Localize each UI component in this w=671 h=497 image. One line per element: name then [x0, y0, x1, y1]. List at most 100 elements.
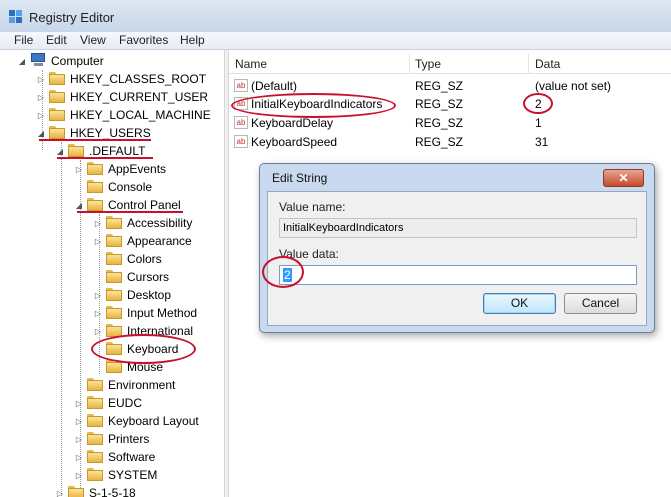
folder-icon: [87, 180, 103, 194]
annotation-underline: [57, 157, 153, 159]
string-value-icon: ab: [234, 116, 248, 129]
expand-icon[interactable]: ▷: [37, 111, 45, 120]
ok-button[interactable]: OK: [483, 293, 556, 314]
folder-icon: [49, 72, 65, 86]
expand-icon[interactable]: ▷: [37, 93, 45, 102]
string-value-icon: ab: [234, 135, 248, 148]
annotation-underline: [39, 139, 151, 141]
folder-icon: [106, 270, 122, 284]
dialog-body: Value name: InitialKeyboardIndicators Va…: [267, 191, 647, 326]
column-divider[interactable]: [409, 54, 410, 73]
tree-item-label: HKEY_CURRENT_USER: [70, 90, 209, 104]
value-data: 31: [535, 135, 549, 149]
registry-editor-icon: [9, 10, 22, 23]
folder-icon: [106, 252, 122, 266]
collapse-icon[interactable]: ◢: [56, 147, 64, 156]
collapse-icon[interactable]: ◢: [18, 57, 26, 66]
expand-icon[interactable]: ▷: [94, 291, 102, 300]
window-title: Registry Editor: [29, 10, 115, 25]
expand-icon[interactable]: ▷: [94, 237, 102, 246]
value-name: (Default): [251, 79, 298, 93]
folder-icon: [106, 288, 122, 302]
expand-icon[interactable]: ▷: [75, 471, 83, 480]
folder-icon: [87, 378, 103, 392]
edit-string-dialog: Edit String ✕ Value name: InitialKeyboar…: [259, 163, 655, 333]
expand-icon[interactable]: ▷: [56, 489, 64, 497]
tree-item-label: Accessibility: [127, 216, 193, 230]
folder-icon: [49, 90, 65, 104]
folder-icon: [106, 306, 122, 320]
expand-icon[interactable]: ▷: [37, 75, 45, 84]
menu-view[interactable]: View: [80, 33, 106, 47]
column-header-name[interactable]: Name: [235, 57, 267, 71]
menu-file[interactable]: File: [14, 33, 33, 47]
value-data: (value not set): [535, 79, 612, 93]
annotation-oval: [231, 93, 396, 118]
tree-item-label: HKEY_USERS: [70, 126, 151, 140]
title-bar: Registry Editor: [0, 0, 671, 32]
annotation-oval: [523, 93, 553, 114]
tree-item-label: EUDC: [108, 396, 143, 410]
dialog-title: Edit String: [272, 171, 328, 185]
tree-item-label: Environment: [108, 378, 176, 392]
column-divider[interactable]: [528, 54, 529, 73]
tree-item-label: S-1-5-18: [89, 486, 136, 497]
tree-item-label: Colors: [127, 252, 162, 266]
tree-item-label: SYSTEM: [108, 468, 158, 482]
folder-icon: [87, 432, 103, 446]
value-name: KeyboardDelay: [251, 116, 334, 130]
expand-icon[interactable]: ▷: [75, 399, 83, 408]
expand-icon[interactable]: ▷: [75, 417, 83, 426]
value-type: REG_SZ: [415, 116, 464, 130]
folder-icon: [68, 144, 84, 158]
tree-item-label: Cursors: [127, 270, 170, 284]
tree-item-label: .DEFAULT: [89, 144, 146, 158]
expand-icon[interactable]: ▷: [75, 165, 83, 174]
expand-icon[interactable]: ▷: [94, 309, 102, 318]
annotation-oval: [91, 334, 196, 364]
value-name-label: Value name:: [279, 200, 346, 214]
close-button[interactable]: ✕: [603, 169, 644, 187]
collapse-icon[interactable]: ◢: [37, 129, 45, 138]
annotation-underline: [77, 211, 183, 213]
menu-bar: File Edit View Favorites Help: [0, 32, 671, 50]
menu-favorites[interactable]: Favorites: [119, 33, 168, 47]
tree-item-label: AppEvents: [108, 162, 167, 176]
tree-item-label: Computer: [51, 54, 104, 68]
folder-icon: [87, 396, 103, 410]
folder-icon: [49, 126, 65, 140]
menu-edit[interactable]: Edit: [46, 33, 67, 47]
string-value-icon: ab: [234, 79, 248, 92]
folder-icon: [49, 108, 65, 122]
column-header-data[interactable]: Data: [535, 57, 560, 71]
tree-item-label: Software: [108, 450, 156, 464]
expand-icon[interactable]: ▷: [94, 219, 102, 228]
annotation-oval: [262, 256, 304, 288]
value-type: REG_SZ: [415, 135, 464, 149]
registry-tree[interactable]: ◢ Computer ▷ HKEY_CLASSES_ROOT ▷ HKEY_CU…: [0, 50, 224, 497]
computer-icon: [30, 53, 46, 67]
tree-item-label: Keyboard Layout: [108, 414, 199, 428]
cancel-button[interactable]: Cancel: [564, 293, 637, 314]
list-row[interactable]: ab KeyboardSpeed REG_SZ 31: [229, 133, 671, 152]
value-data-input[interactable]: 2: [279, 265, 637, 285]
value-data: 1: [535, 116, 542, 130]
folder-icon: [87, 468, 103, 482]
menu-help[interactable]: Help: [180, 33, 205, 47]
expand-icon[interactable]: ▷: [94, 327, 102, 336]
list-header: Name Type Data: [229, 54, 671, 74]
tree-item-label: Desktop: [127, 288, 172, 302]
tree-item-label: Printers: [108, 432, 150, 446]
value-name: KeyboardSpeed: [251, 135, 338, 149]
value-type: REG_SZ: [415, 79, 464, 93]
folder-icon: [68, 486, 84, 497]
tree-item-label: HKEY_CLASSES_ROOT: [70, 72, 207, 86]
column-header-type[interactable]: Type: [415, 57, 441, 71]
collapse-icon[interactable]: ◢: [75, 201, 83, 210]
expand-icon[interactable]: ▷: [75, 435, 83, 444]
folder-icon: [87, 414, 103, 428]
value-name-field: InitialKeyboardIndicators: [279, 218, 637, 238]
folder-icon: [87, 450, 103, 464]
expand-icon[interactable]: ▷: [75, 453, 83, 462]
tree-item-label: Input Method: [127, 306, 198, 320]
